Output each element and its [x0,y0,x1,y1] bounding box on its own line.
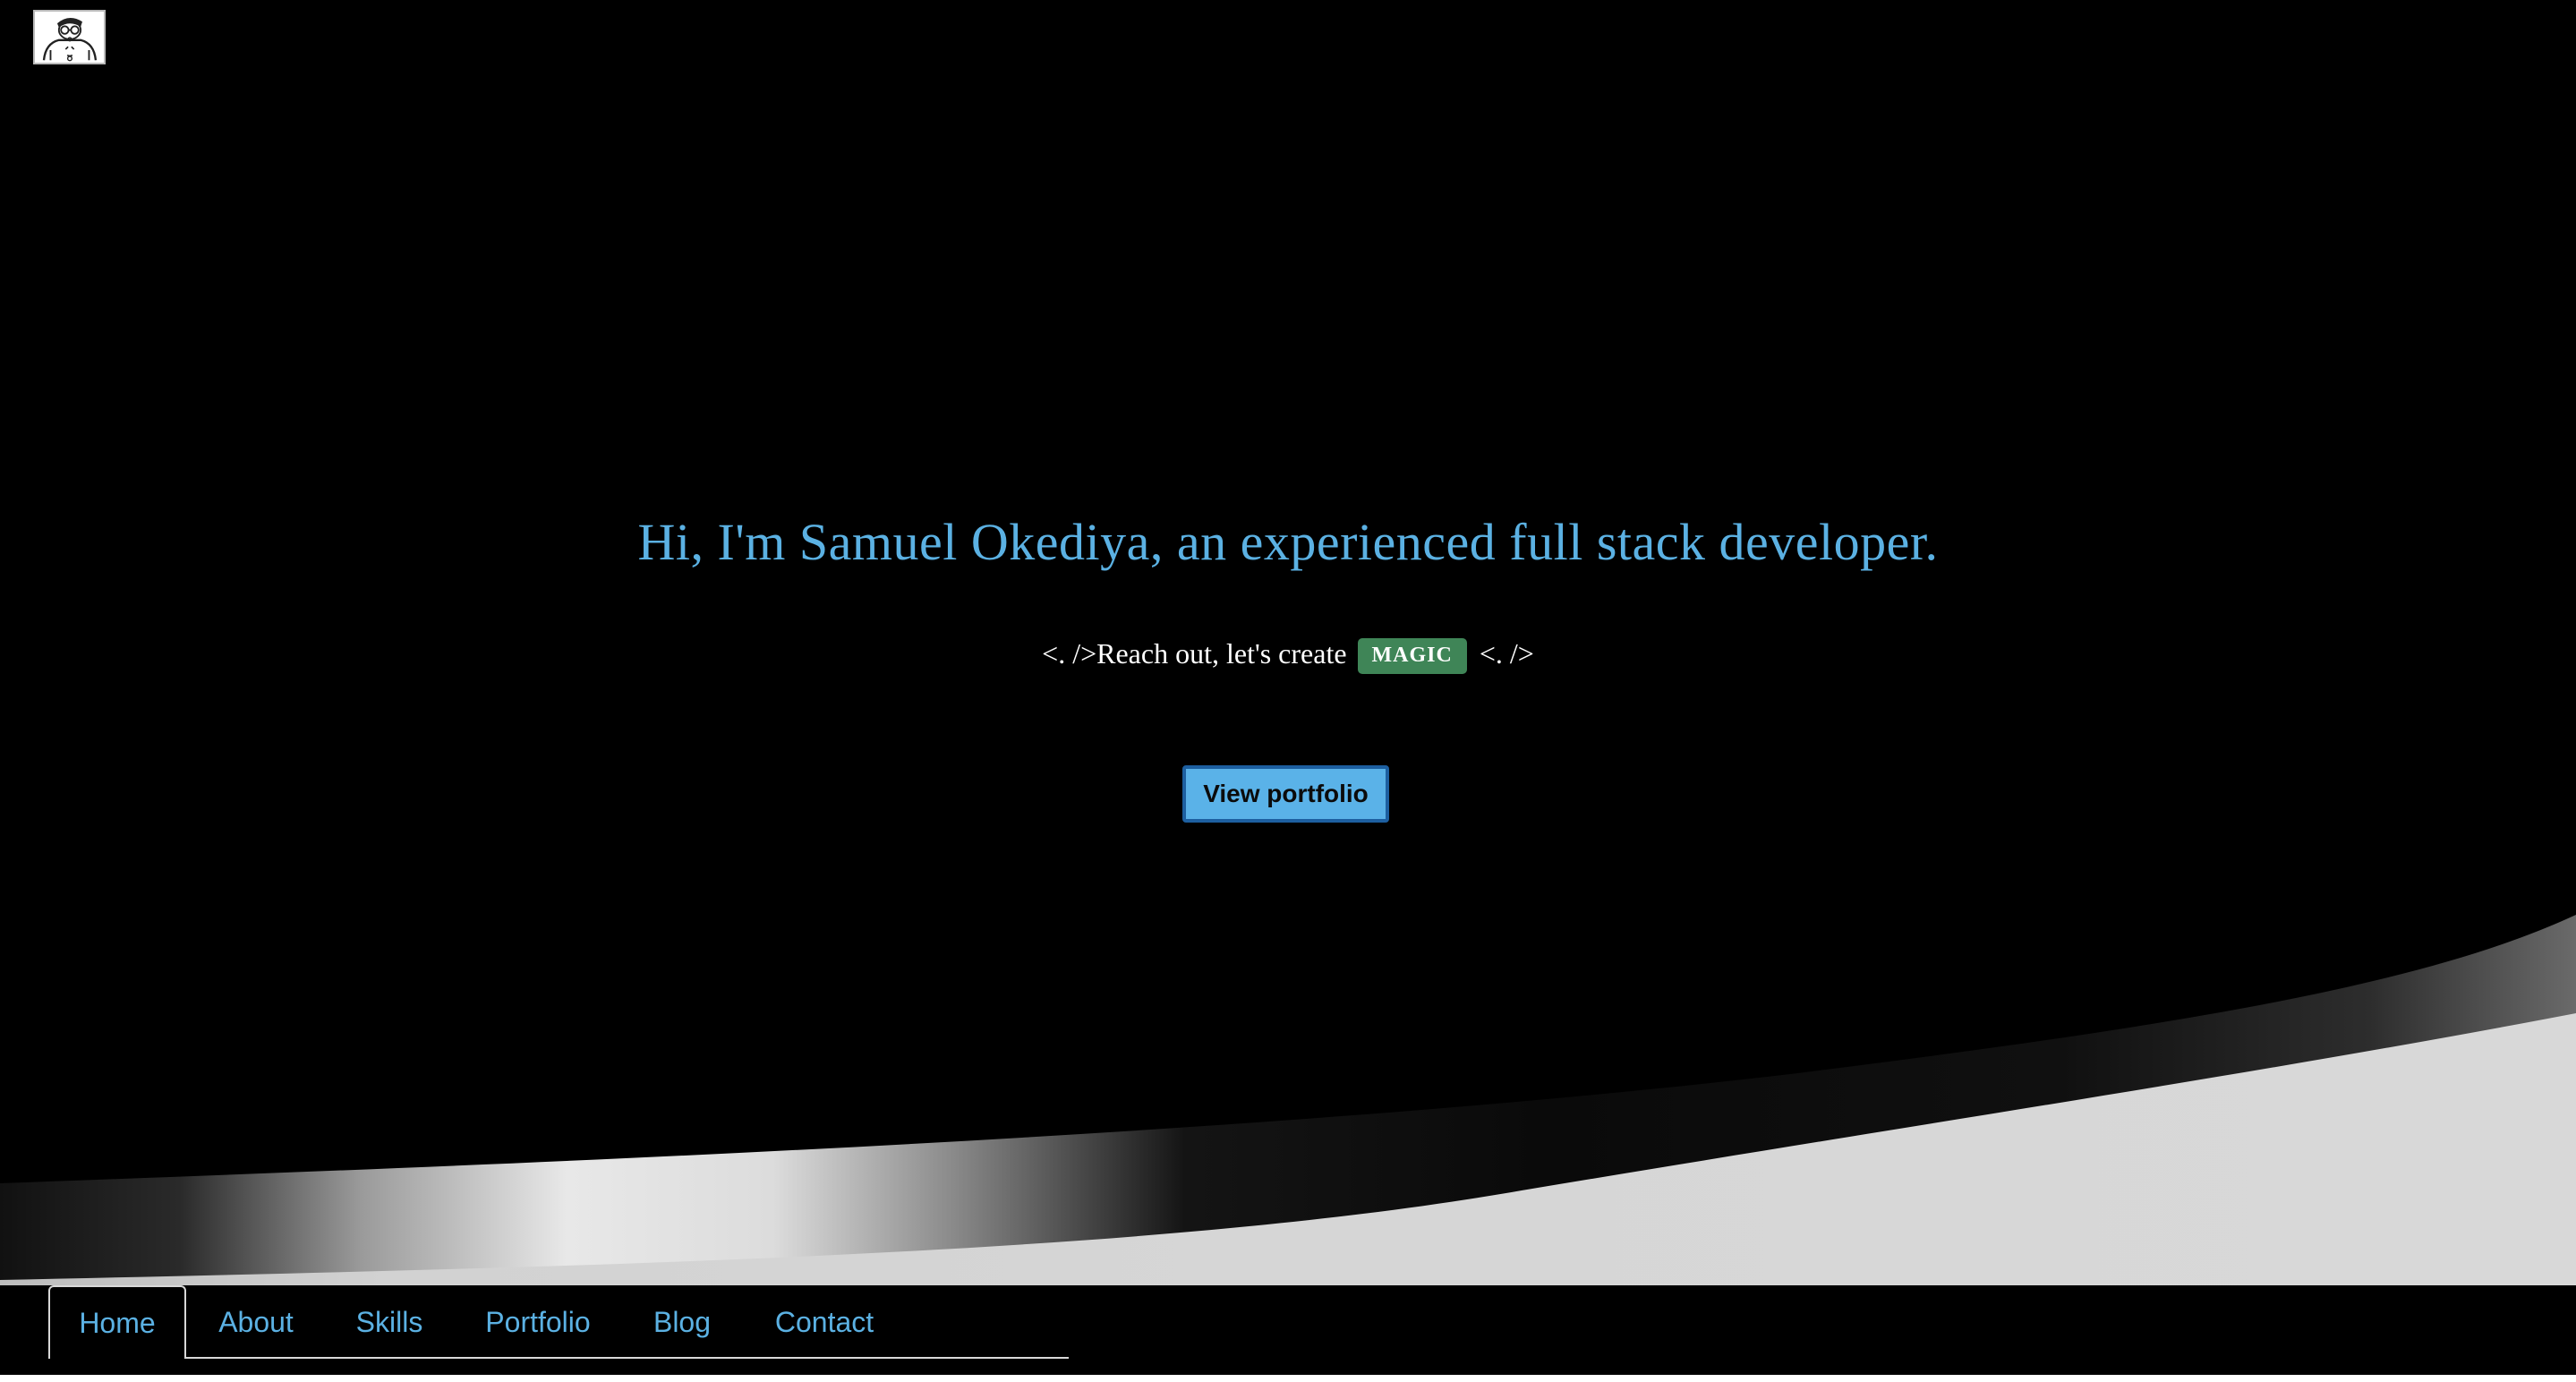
logo[interactable] [33,10,106,64]
nav-item-contact[interactable]: Contact [757,1285,891,1359]
page: Hi, I'm Samuel Okediya, an experienced f… [0,0,2576,1382]
tagline-prefix: <. />Reach out, let's create [1042,637,1347,670]
nav-item-about[interactable]: About [202,1285,310,1359]
nav-item-skills[interactable]: Skills [340,1285,439,1359]
view-portfolio-button[interactable]: View portfolio [1182,765,1389,823]
tagline-suffix: <. /> [1479,637,1534,670]
hero-title: Hi, I'm Samuel Okediya, an experienced f… [637,513,1939,571]
main-navigation: Home About Skills Portfolio Blog Contact [0,1285,2576,1375]
nav-item-home[interactable]: Home [48,1285,186,1359]
tagline: <. />Reach out, let's create MAGIC <. /> [0,637,2576,674]
decorative-wave [0,915,2576,1285]
nav-item-portfolio[interactable]: Portfolio [469,1285,607,1359]
magic-badge: MAGIC [1357,638,1467,674]
developer-avatar-icon [42,17,98,62]
nav-item-blog[interactable]: Blog [637,1285,727,1359]
bottom-strip [0,1375,2576,1382]
